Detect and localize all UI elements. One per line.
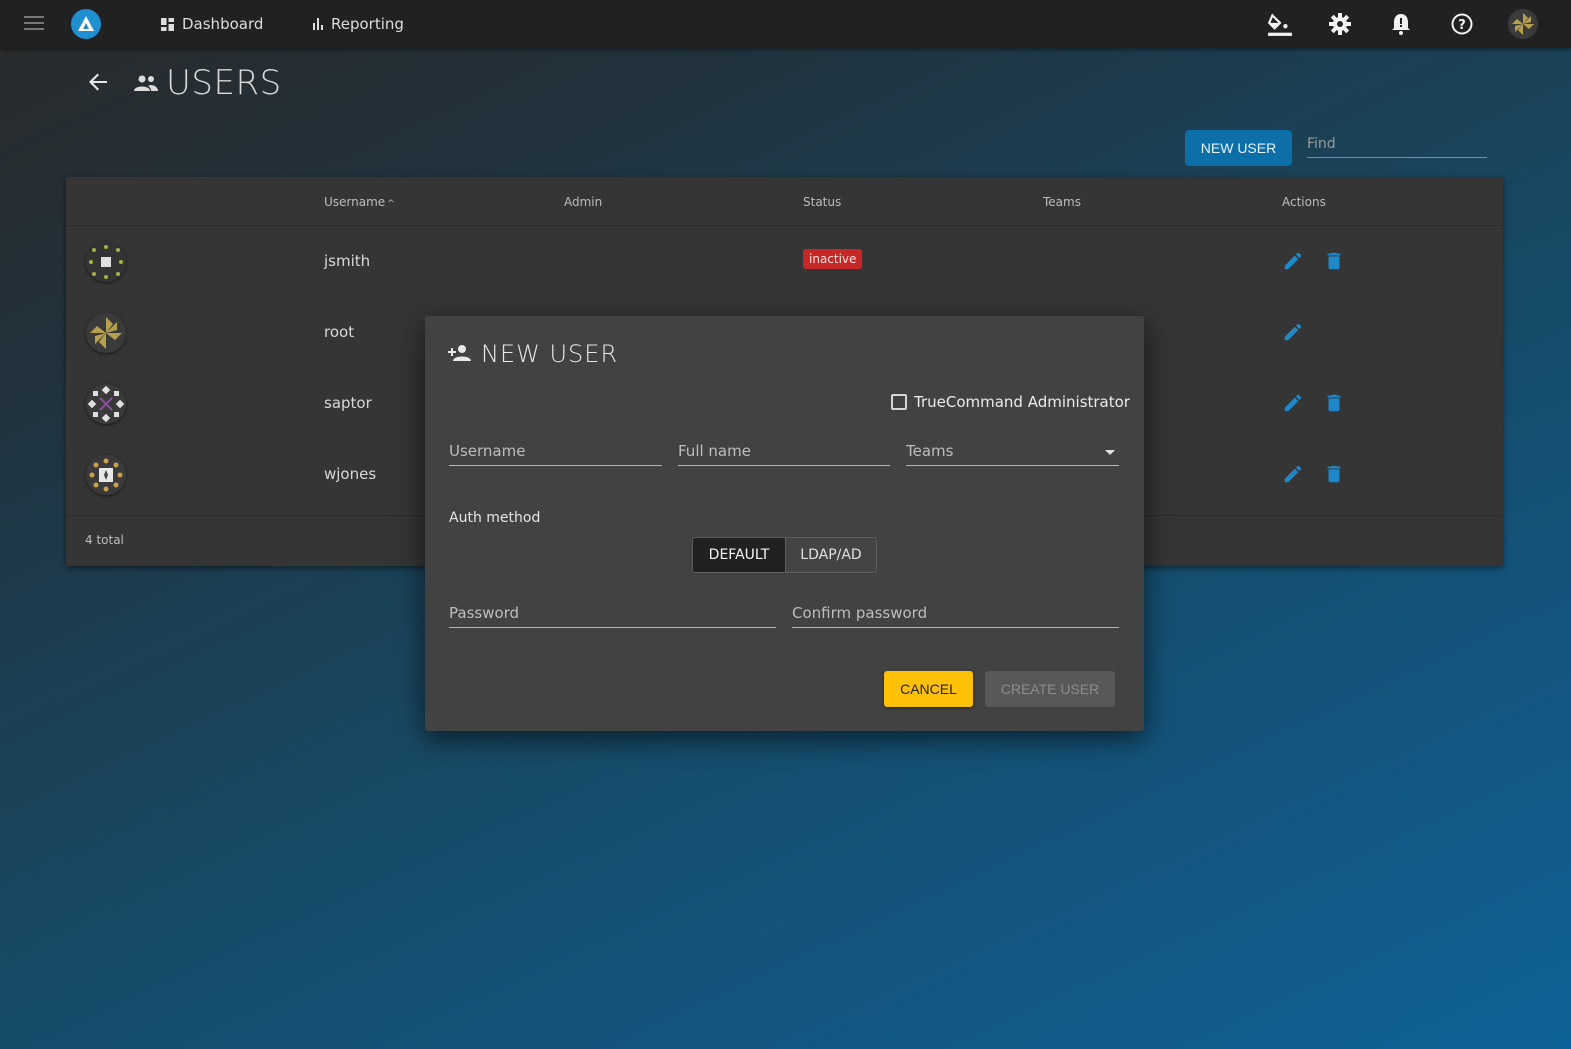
avatar [86, 455, 126, 495]
avatar [86, 242, 126, 282]
page-title: USERS [166, 63, 282, 103]
total-count: 4 total [85, 533, 124, 547]
fullname-field[interactable]: Full name [678, 436, 890, 466]
logo-icon [78, 16, 94, 31]
nav-dashboard-label: Dashboard [182, 15, 264, 33]
password-field[interactable]: Password [449, 598, 776, 628]
column-header-status[interactable]: Status [803, 195, 841, 209]
new-user-dialog: NEW USER TrueCommand Administrator Usern… [425, 316, 1144, 731]
confirm-password-field[interactable]: Confirm password [792, 598, 1119, 628]
delete-icon[interactable] [1323, 250, 1345, 272]
help-icon[interactable]: ? [1449, 11, 1475, 37]
delete-icon[interactable] [1323, 392, 1345, 414]
edit-icon[interactable] [1282, 321, 1304, 343]
username-cell: root [324, 323, 355, 341]
admin-checkbox-label: TrueCommand Administrator [914, 393, 1130, 411]
nav-reporting-label: Reporting [331, 15, 404, 33]
status-badge: inactive [803, 249, 863, 269]
username-field[interactable]: Username [449, 436, 662, 466]
sort-ascending-icon: ^ [387, 199, 395, 209]
auth-method-toggle: DEFAULT LDAP/AD [692, 537, 877, 573]
column-header-admin[interactable]: Admin [564, 195, 602, 209]
app-logo[interactable] [71, 9, 101, 39]
edit-icon[interactable] [1282, 250, 1304, 272]
teams-placeholder: Teams [906, 442, 954, 460]
cancel-button[interactable]: CANCEL [884, 671, 973, 707]
auth-method-label: Auth method [449, 510, 541, 526]
admin-checkbox[interactable] [891, 394, 907, 410]
bar-chart-icon [313, 18, 323, 30]
confirm-password-placeholder: Confirm password [792, 604, 928, 622]
menu-icon[interactable] [24, 16, 44, 32]
column-header-username[interactable]: Username ^ [324, 195, 395, 209]
paint-bucket-icon[interactable] [1267, 11, 1293, 37]
edit-icon[interactable] [1282, 463, 1304, 485]
nav-dashboard[interactable]: Dashboard [161, 0, 263, 48]
table-row: jsmith inactive [66, 226, 1503, 297]
dashboard-icon [161, 17, 174, 31]
bell-icon[interactable] [1388, 11, 1414, 37]
add-user-icon [448, 345, 471, 361]
admin-checkbox-row[interactable]: TrueCommand Administrator [891, 393, 1130, 411]
auth-default-option[interactable]: DEFAULT [693, 538, 785, 572]
column-header-teams[interactable]: Teams [1043, 195, 1081, 209]
edit-icon[interactable] [1282, 392, 1304, 414]
avatar [86, 384, 126, 424]
dialog-title: NEW USER [481, 340, 619, 368]
username-cell: saptor [324, 394, 372, 412]
find-input[interactable] [1307, 130, 1487, 158]
top-bar: Dashboard Reporting ? [0, 0, 1571, 48]
create-user-button[interactable]: CREATE USER [985, 671, 1115, 707]
teams-select[interactable]: Teams [906, 436, 1119, 466]
fullname-placeholder: Full name [678, 442, 751, 460]
column-header-actions: Actions [1282, 195, 1326, 209]
new-user-button[interactable]: NEW USER [1185, 130, 1292, 166]
column-username-label: Username [324, 195, 386, 209]
user-avatar[interactable] [1508, 9, 1538, 39]
auth-ldap-option[interactable]: LDAP/AD [785, 538, 876, 572]
svg-text:?: ? [1458, 18, 1466, 33]
users-icon [134, 75, 158, 91]
avatar [86, 313, 126, 353]
dropdown-arrow-icon [1105, 450, 1115, 455]
username-cell: jsmith [324, 252, 371, 270]
username-cell: wjones [324, 465, 377, 483]
username-placeholder: Username [449, 442, 526, 460]
delete-icon[interactable] [1323, 463, 1345, 485]
password-placeholder: Password [449, 604, 520, 622]
nav-reporting[interactable]: Reporting [313, 0, 404, 48]
gear-icon[interactable] [1327, 11, 1353, 37]
back-arrow-icon[interactable] [86, 70, 110, 94]
